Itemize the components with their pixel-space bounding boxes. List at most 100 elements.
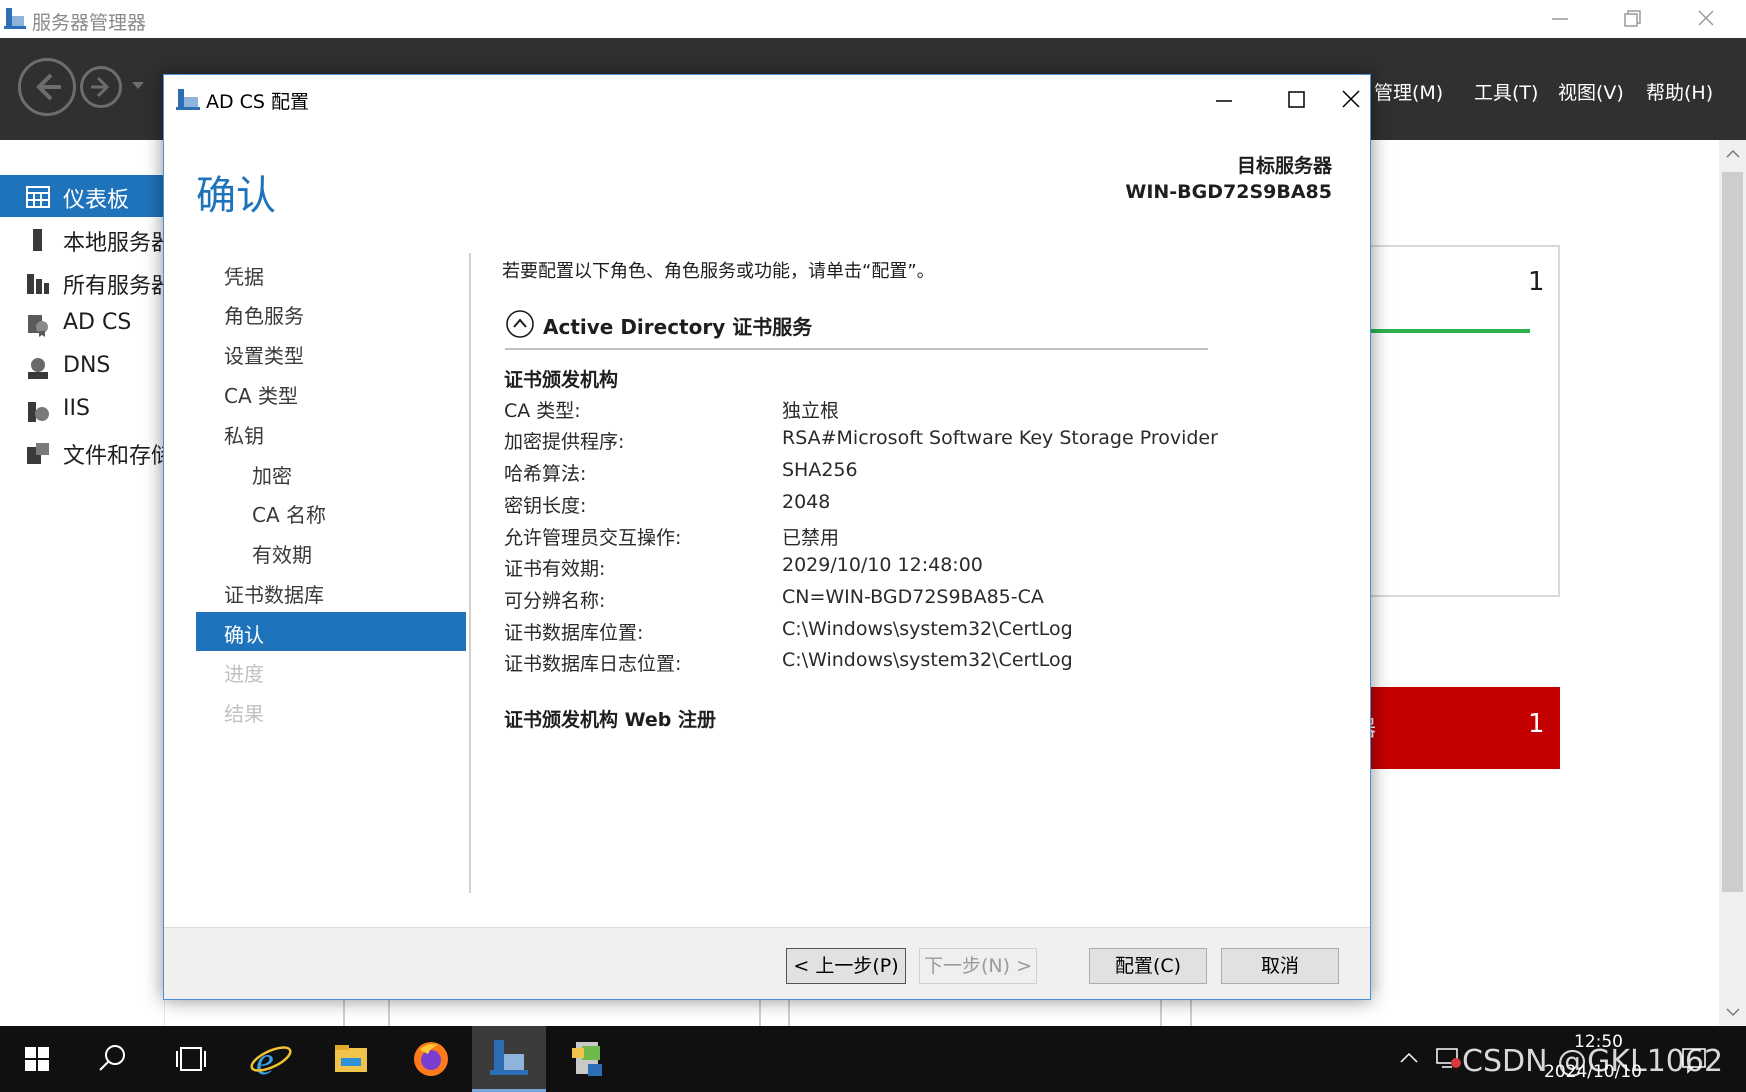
nav-item-ca-name[interactable]: CA 名称 [252,499,326,528]
vertical-scrollbar[interactable] [1719,140,1746,1026]
nav-divider [469,253,471,893]
sidebar-item-file-storage[interactable]: 文件和存储服务 [0,431,217,473]
nav-item-validity-period[interactable]: 有效期 [252,539,312,568]
section-divider [505,348,1208,350]
menu-help[interactable]: 帮助(H) [1646,78,1713,105]
history-dropdown-icon[interactable] [130,80,146,92]
nav-item-setup-type[interactable]: 设置类型 [224,340,304,369]
configure-button[interactable]: 配置(C) [1089,948,1207,984]
section-title: Active Directory 证书服务 [543,315,813,339]
sidebar-item-label: 仪表板 [63,188,130,213]
sidebar-item-label: 本地服务器 [63,231,174,256]
tray-time[interactable]: 12:50 [1574,1032,1623,1052]
detail-label: 证书有效期: [504,558,606,580]
certification-authority-icon[interactable] [566,1036,612,1082]
detail-label: 加密提供程序: [504,431,625,453]
nav-item-progress: 进度 [224,662,264,686]
taskbar-active-app[interactable] [472,1026,546,1092]
nav-item-certificate-database[interactable]: 证书数据库 [224,579,324,608]
menu-tools[interactable]: 工具(T) [1474,78,1538,105]
minimize-button[interactable] [1532,4,1588,34]
tray-date[interactable]: 2024/10/10 [1544,1062,1642,1082]
dashboard-icon [26,186,50,208]
nav-item-private-key[interactable]: 私钥 [224,420,264,449]
nav-item-label: 确认 [224,623,264,647]
divider [788,1000,790,1026]
intro-text: 若要配置以下角色、角色服务或功能，请单击“配置”。 [502,261,935,282]
detail-value: 2029/10/10 12:48:00 [782,554,983,576]
detail-label: 密钥长度: [504,495,587,517]
forward-button[interactable] [80,66,122,108]
dialog-titlebar[interactable]: AD CS 配置 [164,75,1370,123]
sidebar-item-local-server[interactable]: 本地服务器 [0,218,173,260]
tile-count: 1 [1528,709,1545,739]
nav-item-cryptography[interactable]: 加密 [252,460,292,489]
cancel-button[interactable]: 取消 [1221,948,1339,984]
adcs-dialog-icon [176,89,200,110]
sidebar-item-dns[interactable]: DNS [0,346,165,388]
restore-button[interactable] [1604,4,1660,34]
search-icon[interactable] [90,1036,136,1082]
firefox-icon[interactable] [408,1036,454,1082]
adcs-icon [28,315,48,337]
minimize-icon [1552,18,1568,20]
section-header[interactable]: Active Directory 证书服务 [505,307,1205,345]
maximize-icon [1288,91,1305,108]
file-storage-icon [27,443,49,464]
subsection-title: 证书颁发机构 Web 注册 [504,709,716,731]
scroll-up-icon[interactable] [1725,148,1741,160]
target-server-name: WIN-BGD72S9BA85 [1125,181,1332,203]
detail-label: CA 类型: [504,400,581,422]
nav-item-role-services[interactable]: 角色服务 [224,300,304,329]
minimize-icon [1216,100,1232,102]
detail-value: 已禁用 [782,527,840,549]
menu-view[interactable]: 视图(V) [1558,78,1624,105]
detail-label: 允许管理员交互操作: [504,527,682,549]
scrollbar-thumb[interactable] [1722,172,1743,892]
svg-text:e: e [256,1038,274,1082]
nav-item-credentials[interactable]: 凭据 [224,261,264,290]
sidebar-item-adcs[interactable]: AD CS [0,303,165,345]
network-icon[interactable] [1434,1046,1462,1070]
detail-value: 独立根 [782,400,840,422]
next-button: 下一步(N) > [919,948,1037,984]
divider [759,1000,761,1026]
arrow-left-icon [36,73,61,101]
dialog-title: AD CS 配置 [206,91,310,113]
tray-expand-icon[interactable] [1398,1050,1420,1066]
detail-value: 2048 [782,491,831,513]
windows-start-icon[interactable] [14,1036,60,1082]
nav-item-ca-type[interactable]: CA 类型 [224,380,298,409]
server-manager-taskbar-icon [490,1040,528,1075]
sidebar: 仪表板 本地服务器 所有服务器 AD CS DNS IIS 文件和存储服务 [0,140,217,1026]
dashboard-tile[interactable]: 1 [1350,245,1560,597]
sidebar-item-iis[interactable]: IIS [0,389,165,431]
collapse-chevron-up-icon[interactable] [505,309,535,339]
sidebar-item-label: AD CS [63,310,132,335]
scroll-down-icon[interactable] [1725,1006,1741,1018]
tile-status-bar [1350,329,1530,333]
file-explorer-icon[interactable] [328,1036,374,1082]
nav-item-confirmation[interactable]: 确认 [196,612,466,651]
task-view-icon[interactable] [168,1036,214,1082]
sidebar-item-dashboard[interactable]: 仪表板 [0,175,165,217]
all-servers-icon [27,274,49,294]
internet-explorer-icon[interactable]: e [248,1036,294,1082]
sidebar-item-all-servers[interactable]: 所有服务器 [0,261,173,303]
dialog-close-button[interactable] [1332,77,1370,121]
close-icon [1698,10,1714,26]
dialog-maximize-button[interactable] [1260,77,1332,121]
server-manager-icon [4,8,26,29]
subsection-title: 证书颁发机构 [504,369,619,391]
adcs-config-dialog: AD CS 配置 确认 目标服务器 WIN-BGD72S9BA85 凭据 角色服… [163,74,1371,1000]
close-button[interactable] [1678,4,1734,34]
detail-value: RSA#Microsoft Software Key Storage Provi… [782,427,1218,449]
dashboard-alert-tile[interactable]: 器 1 [1350,687,1560,769]
dialog-minimize-button[interactable] [1188,77,1260,121]
previous-button[interactable]: < 上一步(P) [786,948,906,984]
menu-manage[interactable]: 管理(M) [1374,78,1443,105]
notification-icon[interactable] [1680,1046,1708,1074]
sidebar-item-label: IIS [63,396,90,421]
back-button[interactable] [18,58,76,116]
nav-item-results: 结果 [224,702,264,726]
